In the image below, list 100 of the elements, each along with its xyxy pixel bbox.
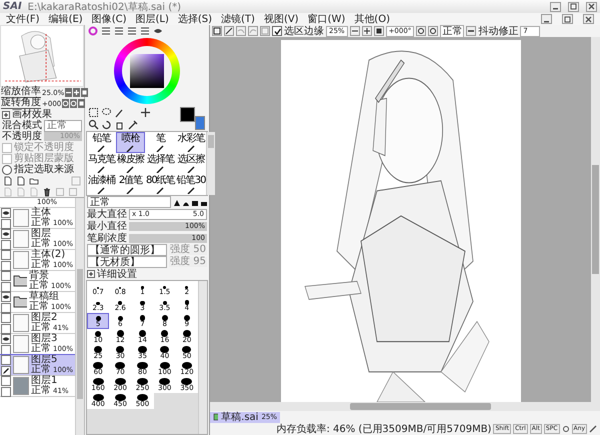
folder-icon bbox=[13, 273, 27, 289]
checkbox[interactable] bbox=[272, 26, 282, 36]
blend-label: 混合模式 bbox=[2, 120, 42, 131]
minimize-button[interactable] bbox=[550, 2, 561, 12]
brush-tool[interactable]: 油漆桶 bbox=[87, 174, 116, 195]
edit-toggle[interactable] bbox=[1, 324, 11, 334]
brush-tool[interactable]: 80纸笔 bbox=[145, 174, 176, 195]
maximize-button[interactable] bbox=[568, 2, 579, 12]
invert-button[interactable] bbox=[224, 26, 234, 36]
pen-icon bbox=[97, 144, 106, 152]
brush-shape-icons[interactable] bbox=[173, 198, 207, 206]
layer-name: 背景 bbox=[29, 271, 50, 281]
brush-tool[interactable]: 铅笔30 bbox=[176, 174, 206, 195]
brush-blend-dropdown[interactable]: 正常 bbox=[87, 196, 171, 208]
reset-rotation-button[interactable] bbox=[78, 99, 86, 108]
pen-icon bbox=[97, 186, 106, 194]
menu-item[interactable]: 图像(C) bbox=[92, 14, 126, 24]
selection-edge-label: 选区边缘 bbox=[284, 26, 324, 36]
view-mode-dropdown[interactable]: 正常 bbox=[440, 24, 464, 38]
menu-item[interactable]: 文件(F) bbox=[6, 14, 40, 24]
layer-thumbnail bbox=[13, 314, 29, 332]
zoom-out-button[interactable] bbox=[350, 26, 360, 36]
brush-tool[interactable]: 水彩笔 bbox=[176, 132, 206, 153]
brush-tool[interactable]: 选区擦 bbox=[176, 153, 206, 174]
rotate-left-button[interactable] bbox=[416, 26, 426, 36]
menu-item[interactable]: 滤镜(T) bbox=[221, 14, 255, 24]
minimize-button[interactable] bbox=[541, 14, 552, 24]
layer-name: 图层1 bbox=[31, 376, 58, 386]
layer-name: 图层2 bbox=[31, 313, 58, 323]
fit-button[interactable] bbox=[374, 26, 384, 36]
scrollbar[interactable] bbox=[591, 37, 600, 402]
primary-color-swatch[interactable] bbox=[180, 107, 195, 122]
slider-mode-icon[interactable] bbox=[101, 26, 111, 36]
menu-item[interactable]: 图层(L) bbox=[135, 14, 169, 24]
eyedropper-icon[interactable] bbox=[127, 118, 138, 130]
slider-mode-icon[interactable] bbox=[114, 26, 124, 36]
pen-icon bbox=[589, 425, 597, 433]
close-button[interactable] bbox=[583, 14, 594, 24]
pen-icon bbox=[186, 165, 196, 173]
texture-dropdown[interactable]: 【无材质】 bbox=[87, 256, 168, 268]
visibility-toggle[interactable] bbox=[1, 354, 11, 364]
visibility-toggle[interactable] bbox=[1, 228, 11, 238]
lasso-icon[interactable] bbox=[101, 106, 112, 118]
edit-toggle[interactable] bbox=[1, 282, 11, 292]
brush-shape-dropdown[interactable]: 【通常的圆形】 bbox=[87, 244, 168, 256]
visibility-toggle[interactable] bbox=[1, 208, 11, 218]
edit-toggle[interactable] bbox=[1, 344, 11, 354]
visibility-toggle[interactable] bbox=[1, 270, 11, 280]
opacity-label: 不透明度 bbox=[2, 131, 42, 142]
brush-tool[interactable]: 橡皮擦 bbox=[116, 153, 145, 174]
expand-icon[interactable] bbox=[87, 270, 95, 278]
rotate-icon[interactable] bbox=[101, 118, 112, 130]
edit-toggle[interactable] bbox=[1, 366, 11, 376]
color-wheel-icon[interactable] bbox=[88, 26, 98, 36]
zoom-out-button[interactable] bbox=[65, 88, 72, 97]
pen-icon bbox=[186, 186, 196, 194]
deselect-button[interactable] bbox=[212, 26, 222, 36]
zoom-icon[interactable] bbox=[88, 118, 99, 130]
slider-mode-icon[interactable] bbox=[127, 26, 137, 36]
zoom-in-button[interactable] bbox=[362, 26, 372, 36]
rectangle-select-icon[interactable] bbox=[88, 106, 99, 118]
scrollbar[interactable] bbox=[75, 198, 84, 435]
edit-toggle[interactable] bbox=[1, 386, 11, 396]
brush-tool[interactable]: 选择笔 bbox=[145, 153, 176, 174]
brush-tool[interactable]: 马克笔 bbox=[87, 153, 116, 174]
visibility-toggle[interactable] bbox=[1, 334, 11, 344]
menu-item[interactable]: 编辑(E) bbox=[48, 14, 83, 24]
radio-button[interactable] bbox=[2, 164, 12, 174]
blend-dropdown[interactable]: 正常 bbox=[44, 120, 82, 132]
eye-icon[interactable] bbox=[153, 26, 163, 36]
menu-item[interactable]: 选择(S) bbox=[178, 14, 212, 24]
visibility-toggle[interactable] bbox=[1, 250, 11, 260]
rotate-right-button[interactable] bbox=[428, 26, 438, 36]
restore-button[interactable] bbox=[562, 14, 573, 24]
brush-tool[interactable]: 喷枪 bbox=[116, 132, 145, 153]
menu-item[interactable]: 视图(V) bbox=[264, 14, 299, 24]
square-icon bbox=[81, 89, 88, 96]
edit-toggle[interactable] bbox=[1, 240, 11, 250]
menu-item[interactable]: 其他(O) bbox=[354, 14, 390, 24]
trash-icon[interactable] bbox=[42, 186, 52, 196]
edit-toggle[interactable] bbox=[1, 218, 11, 228]
visibility-toggle[interactable] bbox=[1, 292, 11, 302]
visibility-toggle[interactable] bbox=[1, 376, 11, 386]
edit-toggle[interactable] bbox=[1, 260, 11, 270]
scrollbar[interactable] bbox=[210, 402, 600, 411]
move-icon[interactable] bbox=[140, 106, 151, 118]
flip-button[interactable] bbox=[466, 26, 476, 36]
scrollbar[interactable] bbox=[206, 132, 216, 195]
slider-mode-icon[interactable] bbox=[140, 26, 150, 36]
menu-item[interactable]: 窗口(W) bbox=[308, 14, 346, 24]
edit-toggle[interactable] bbox=[1, 302, 11, 312]
scrollbar[interactable] bbox=[198, 281, 207, 434]
new-folder-icon[interactable] bbox=[29, 176, 39, 186]
effect-label: 画材效果 bbox=[12, 109, 52, 120]
document-icon bbox=[213, 413, 218, 421]
visibility-toggle[interactable] bbox=[1, 312, 11, 322]
secondary-color-swatch[interactable] bbox=[195, 116, 205, 130]
close-button[interactable] bbox=[586, 2, 597, 12]
expand-icon[interactable] bbox=[2, 110, 10, 118]
reset-button[interactable] bbox=[81, 88, 88, 97]
